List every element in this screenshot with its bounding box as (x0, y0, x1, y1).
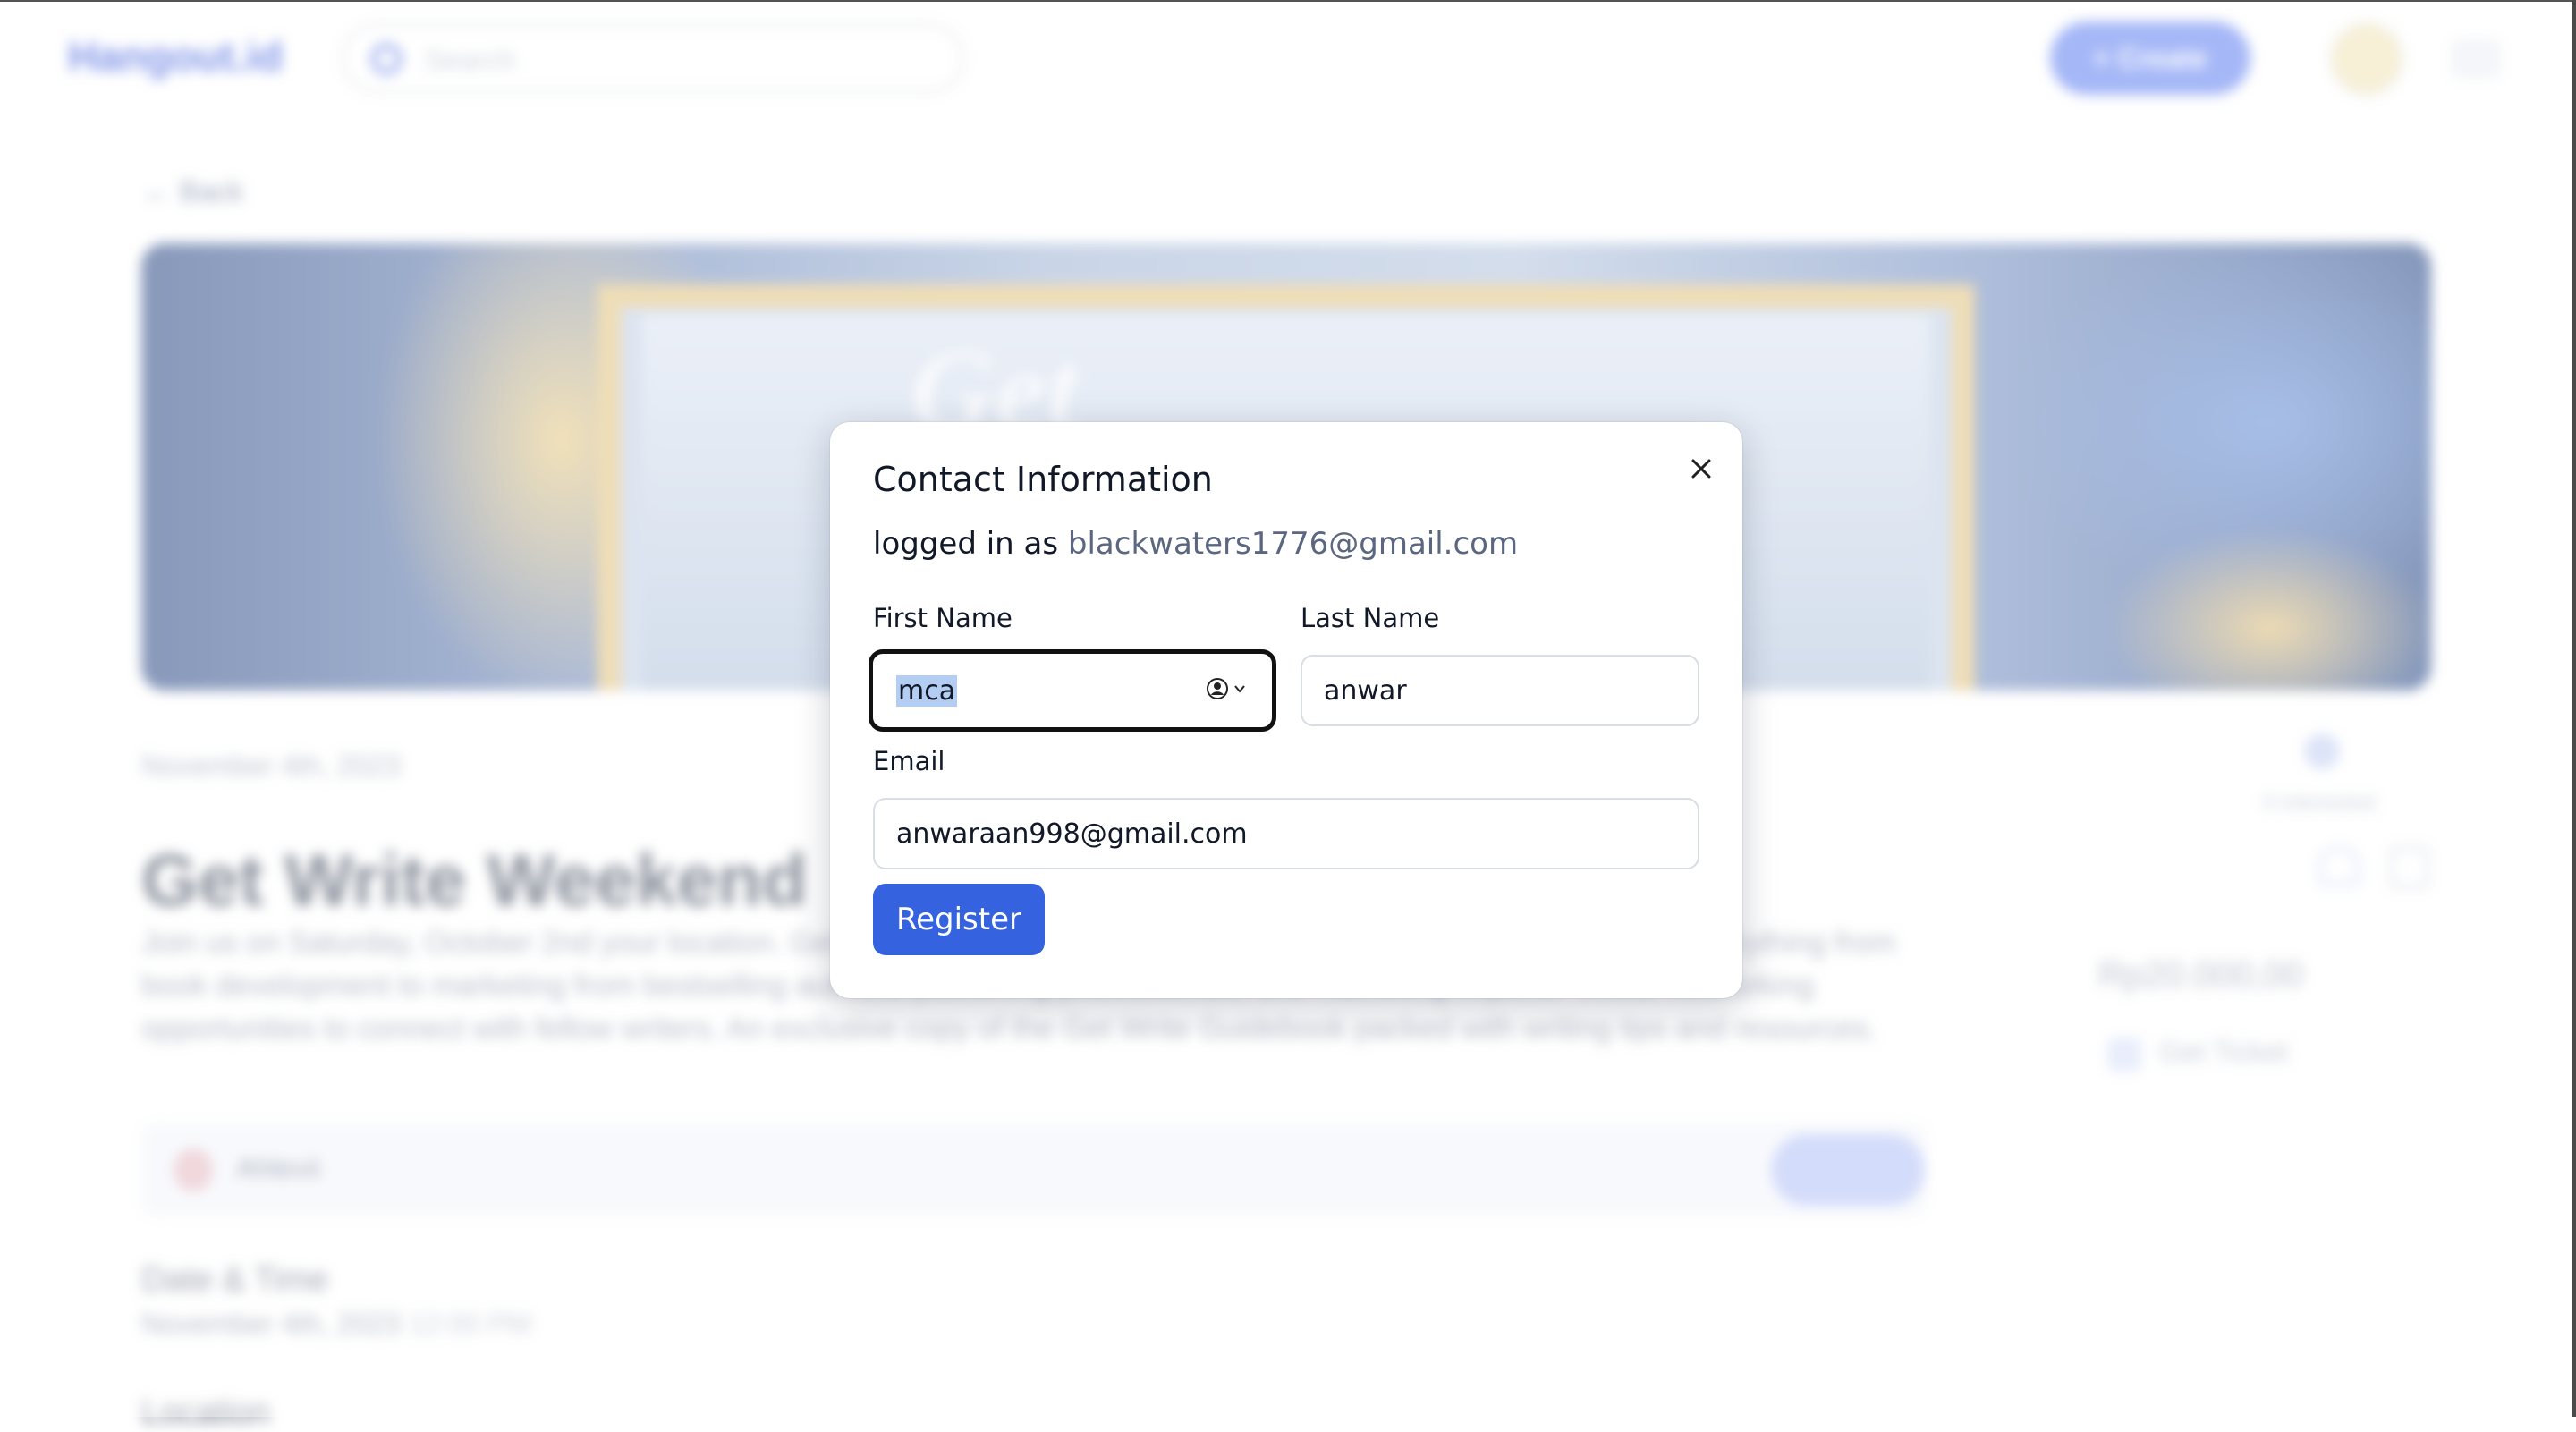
email-label: Email (873, 746, 945, 776)
close-button[interactable] (1682, 449, 1721, 488)
contact-autofill-icon[interactable] (1206, 675, 1247, 702)
first-name-field[interactable]: mca (869, 649, 1276, 732)
last-name-label: Last Name (1301, 603, 1440, 633)
window-top-edge (0, 0, 2576, 2)
contact-information-dialog: Contact Information logged in as blackwa… (830, 422, 1742, 998)
last-name-field[interactable]: anwar (1301, 655, 1699, 726)
window-right-edge (2572, 0, 2576, 1417)
dialog-title: Contact Information (873, 460, 1213, 499)
register-button[interactable]: Register (873, 884, 1045, 955)
logged-in-line: logged in as blackwaters1776@gmail.com (873, 526, 1518, 562)
logged-in-prefix: logged in as (873, 526, 1059, 562)
email-field[interactable]: anwaraan998@gmail.com (873, 798, 1699, 869)
close-icon (1691, 459, 1711, 479)
last-name-value: anwar (1324, 674, 1407, 707)
first-name-value: mca (896, 674, 958, 707)
email-value: anwaraan998@gmail.com (896, 818, 1248, 850)
chevron-down-icon (1234, 685, 1245, 693)
first-name-label: First Name (873, 603, 1013, 633)
person-circle-icon (1207, 678, 1228, 699)
logged-in-email: blackwaters1776@gmail.com (1067, 526, 1519, 562)
